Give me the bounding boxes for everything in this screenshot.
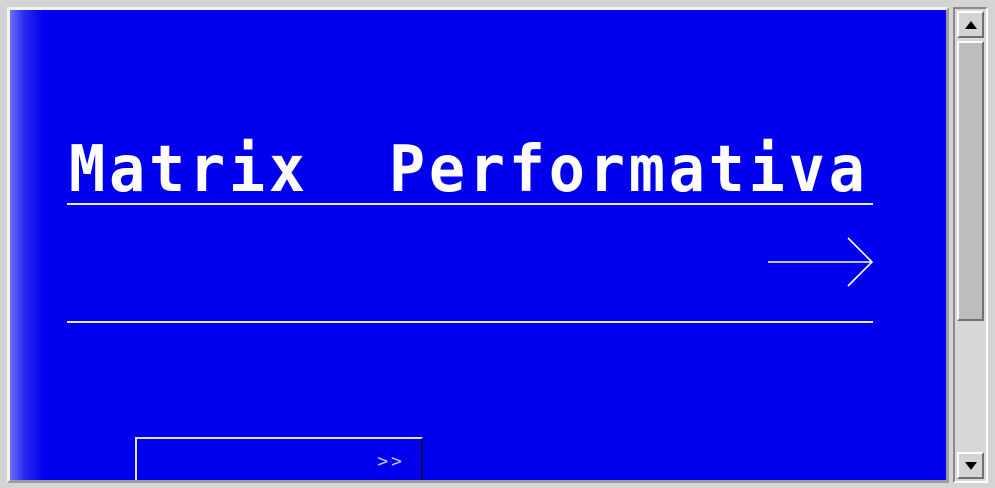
divider-line: [67, 321, 873, 323]
right-arrow-icon[interactable]: [766, 235, 876, 289]
content-frame: Matrix Performativa >>: [7, 7, 949, 483]
title-underline: [67, 203, 873, 205]
triangle-up-icon: [964, 20, 977, 29]
app-window: Matrix Performativa >>: [0, 0, 995, 488]
page-title: Matrix Performativa: [69, 133, 869, 207]
next-button[interactable]: >>: [135, 437, 423, 480]
triangle-down-icon: [964, 461, 977, 470]
scroll-thumb[interactable]: [957, 41, 984, 321]
next-button-label: >>: [377, 451, 405, 472]
vertical-scrollbar[interactable]: [953, 7, 988, 483]
content-area: Matrix Performativa >>: [10, 10, 946, 480]
scroll-down-button[interactable]: [957, 452, 984, 479]
scroll-up-button[interactable]: [957, 11, 984, 38]
